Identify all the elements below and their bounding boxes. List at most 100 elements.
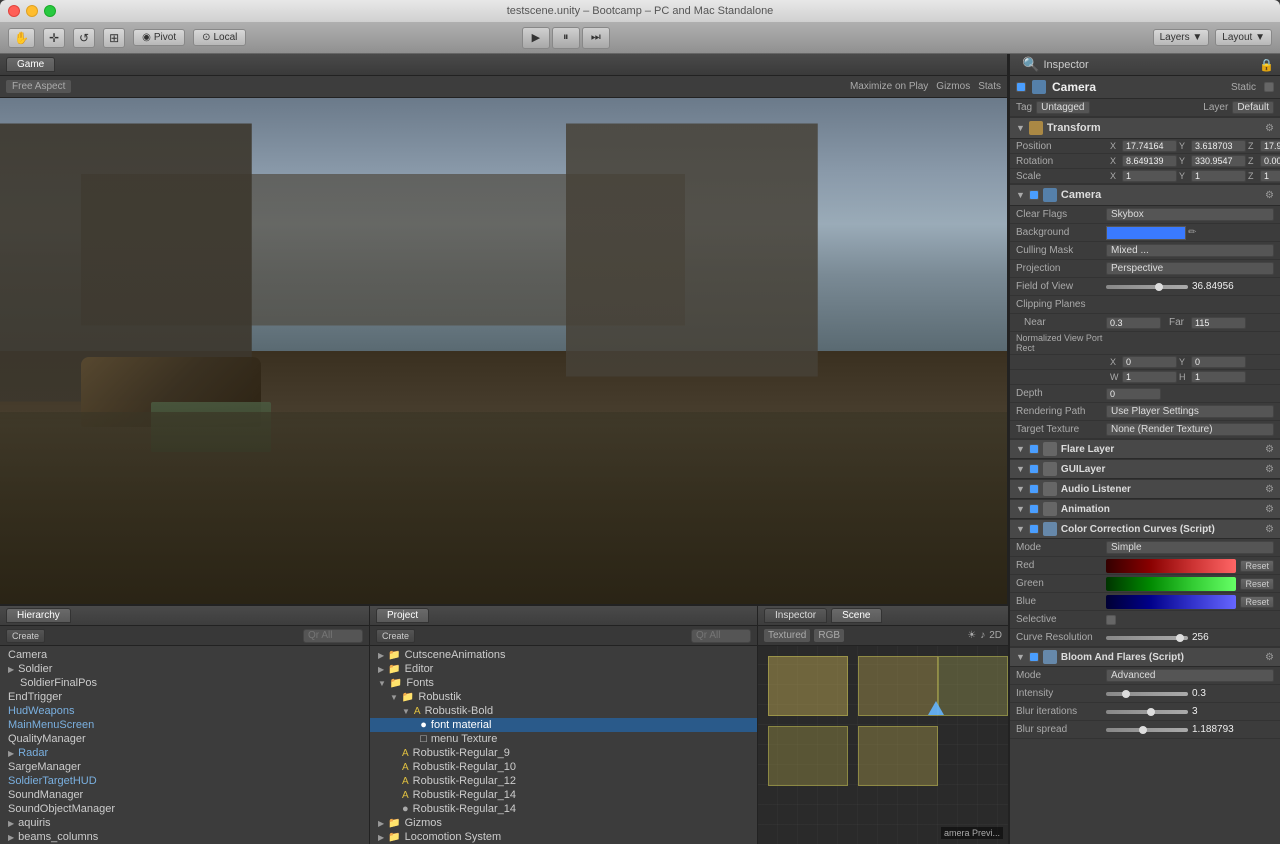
red-reset-btn[interactable]: Reset [1240,560,1274,572]
intensity-slider[interactable] [1106,692,1188,696]
gui-enabled-checkbox[interactable] [1029,464,1039,474]
hierarchy-create-btn[interactable]: Create [6,629,45,643]
camera-gear-icon[interactable]: ⚙ [1265,190,1274,201]
culling-mask-select[interactable]: Mixed ... [1106,244,1274,257]
rendering-path-select[interactable]: Use Player Settings [1106,405,1274,418]
list-item[interactable]: SoundManager [0,788,369,802]
scale-x[interactable]: 1 [1122,170,1177,182]
curve-res-value[interactable]: 256 [1192,632,1274,643]
pause-button[interactable]: ⏸ [552,27,580,49]
audio-listener-section[interactable]: ▼ Audio Listener ⚙ [1010,479,1280,499]
projection-select[interactable]: Perspective [1106,262,1274,275]
scene-audio-btn[interactable]: ♪ [980,630,985,641]
curve-res-slider[interactable] [1106,636,1188,640]
flare-enabled-checkbox[interactable] [1029,444,1039,454]
flare-layer-section[interactable]: ▼ Flare Layer ⚙ [1010,439,1280,459]
rotation-y[interactable]: 330.9547 [1191,155,1246,167]
list-item[interactable]: EndTrigger [0,690,369,704]
list-item[interactable]: ●font material [370,718,757,732]
position-z[interactable]: 17.97578 [1260,140,1280,152]
layer-value[interactable]: Default [1232,101,1274,114]
audio-gear-icon[interactable]: ⚙ [1265,484,1274,495]
project-search[interactable] [691,629,751,643]
stats-btn[interactable]: Stats [978,81,1001,92]
camera-enabled-checkbox[interactable] [1029,190,1039,200]
position-x[interactable]: 17.74164 [1122,140,1177,152]
list-item[interactable]: ●Robustik-Regular_14 [370,802,757,816]
project-tab[interactable]: Project [376,608,429,623]
step-button[interactable]: ⏭ [582,27,610,49]
green-reset-btn[interactable]: Reset [1240,578,1274,590]
scale-z[interactable]: 1 [1260,170,1280,182]
scene-light-btn[interactable]: ☀ [967,630,976,641]
anim-enabled-checkbox[interactable] [1029,504,1039,514]
local-button[interactable]: ⊙Local [193,29,246,46]
selective-checkbox[interactable] [1106,615,1116,625]
fov-slider[interactable] [1106,285,1188,289]
camera-section[interactable]: ▼ Camera ⚙ [1010,184,1280,206]
color-correction-section[interactable]: ▼ Color Correction Curves (Script) ⚙ [1010,519,1280,539]
clear-flags-select[interactable]: Skybox [1106,208,1274,221]
scale-y[interactable]: 1 [1191,170,1246,182]
color-picker-icon[interactable]: ✏ [1188,227,1196,238]
cc-enabled-checkbox[interactable] [1029,524,1039,534]
blur-iter-slider[interactable] [1106,710,1188,714]
static-checkbox[interactable] [1264,82,1274,92]
vp-h[interactable]: 1 [1191,371,1246,383]
close-button[interactable] [8,5,20,17]
layers-select[interactable]: Layers ▼ [1153,29,1210,46]
list-item[interactable]: ▶Radar [0,746,369,760]
list-item[interactable]: □menu Texture [370,732,757,746]
far-value[interactable]: 115 [1191,317,1246,329]
list-item[interactable]: ▶📁CutsceneAnimations [370,648,757,662]
play-button[interactable]: ▶ [522,27,550,49]
rotate-tool-btn[interactable]: ↺ [73,28,95,48]
list-item[interactable]: SoldierFinalPos [0,676,369,690]
bloom-gear-icon[interactable]: ⚙ [1265,652,1274,663]
flare-gear-icon[interactable]: ⚙ [1265,444,1274,455]
list-item[interactable]: ▶Soldier [0,662,369,676]
gui-gear-icon[interactable]: ⚙ [1265,464,1274,475]
list-item[interactable]: ▶📁Gizmos [370,816,757,830]
list-item[interactable]: ▶📁Locomotion System [370,830,757,844]
layout-select[interactable]: Layout ▼ [1215,29,1272,46]
anim-gear-icon[interactable]: ⚙ [1265,504,1274,515]
project-create-btn[interactable]: Create [376,629,415,643]
list-item[interactable]: ▼📁Robustik [370,690,757,704]
gui-layer-section[interactable]: ▼ GUILayer ⚙ [1010,459,1280,479]
transform-section[interactable]: ▼ Transform ⚙ [1010,117,1280,139]
minimize-button[interactable] [26,5,38,17]
object-enabled-checkbox[interactable] [1016,82,1026,92]
tag-value[interactable]: Untagged [1036,101,1089,114]
scene-tab[interactable]: Scene [831,608,881,623]
textured-select[interactable]: Textured [764,629,810,642]
list-item[interactable]: ▼ARobustik-Bold [370,704,757,718]
fov-value[interactable]: 36.84956 [1192,281,1274,292]
list-item[interactable]: SoldierTargetHUD [0,774,369,788]
inspector-lock-btn[interactable]: 🔒 [1259,58,1274,72]
scene-2d-btn[interactable]: 2D [989,630,1002,641]
rotation-z[interactable]: 0.0009765625 [1260,155,1280,167]
near-value[interactable]: 0.3 [1106,317,1161,329]
list-item[interactable]: SoundObjectManager [0,802,369,816]
blue-curve[interactable] [1106,595,1236,609]
scale-tool-btn[interactable]: ⊞ [103,28,125,48]
list-item[interactable]: Camera [0,648,369,662]
vp-x[interactable]: 0 [1122,356,1177,368]
hierarchy-search[interactable] [303,629,363,643]
hand-tool-btn[interactable]: ✋ [8,28,35,48]
blur-spread-slider[interactable] [1106,728,1188,732]
red-curve[interactable] [1106,559,1236,573]
vp-y[interactable]: 0 [1191,356,1246,368]
maximize-on-play-btn[interactable]: Maximize on Play [850,81,928,92]
list-item[interactable]: SargeManager [0,760,369,774]
blue-reset-btn[interactable]: Reset [1240,596,1274,608]
pivot-button[interactable]: ◉Pivot [133,29,185,46]
list-item[interactable]: ▶beams_columns [0,830,369,844]
list-item[interactable]: ▶aquiris [0,816,369,830]
list-item[interactable]: ARobustik-Regular_14 [370,788,757,802]
audio-enabled-checkbox[interactable] [1029,484,1039,494]
free-aspect-select[interactable]: Free Aspect [6,80,71,93]
bloom-section[interactable]: ▼ Bloom And Flares (Script) ⚙ [1010,647,1280,667]
maximize-button[interactable] [44,5,56,17]
